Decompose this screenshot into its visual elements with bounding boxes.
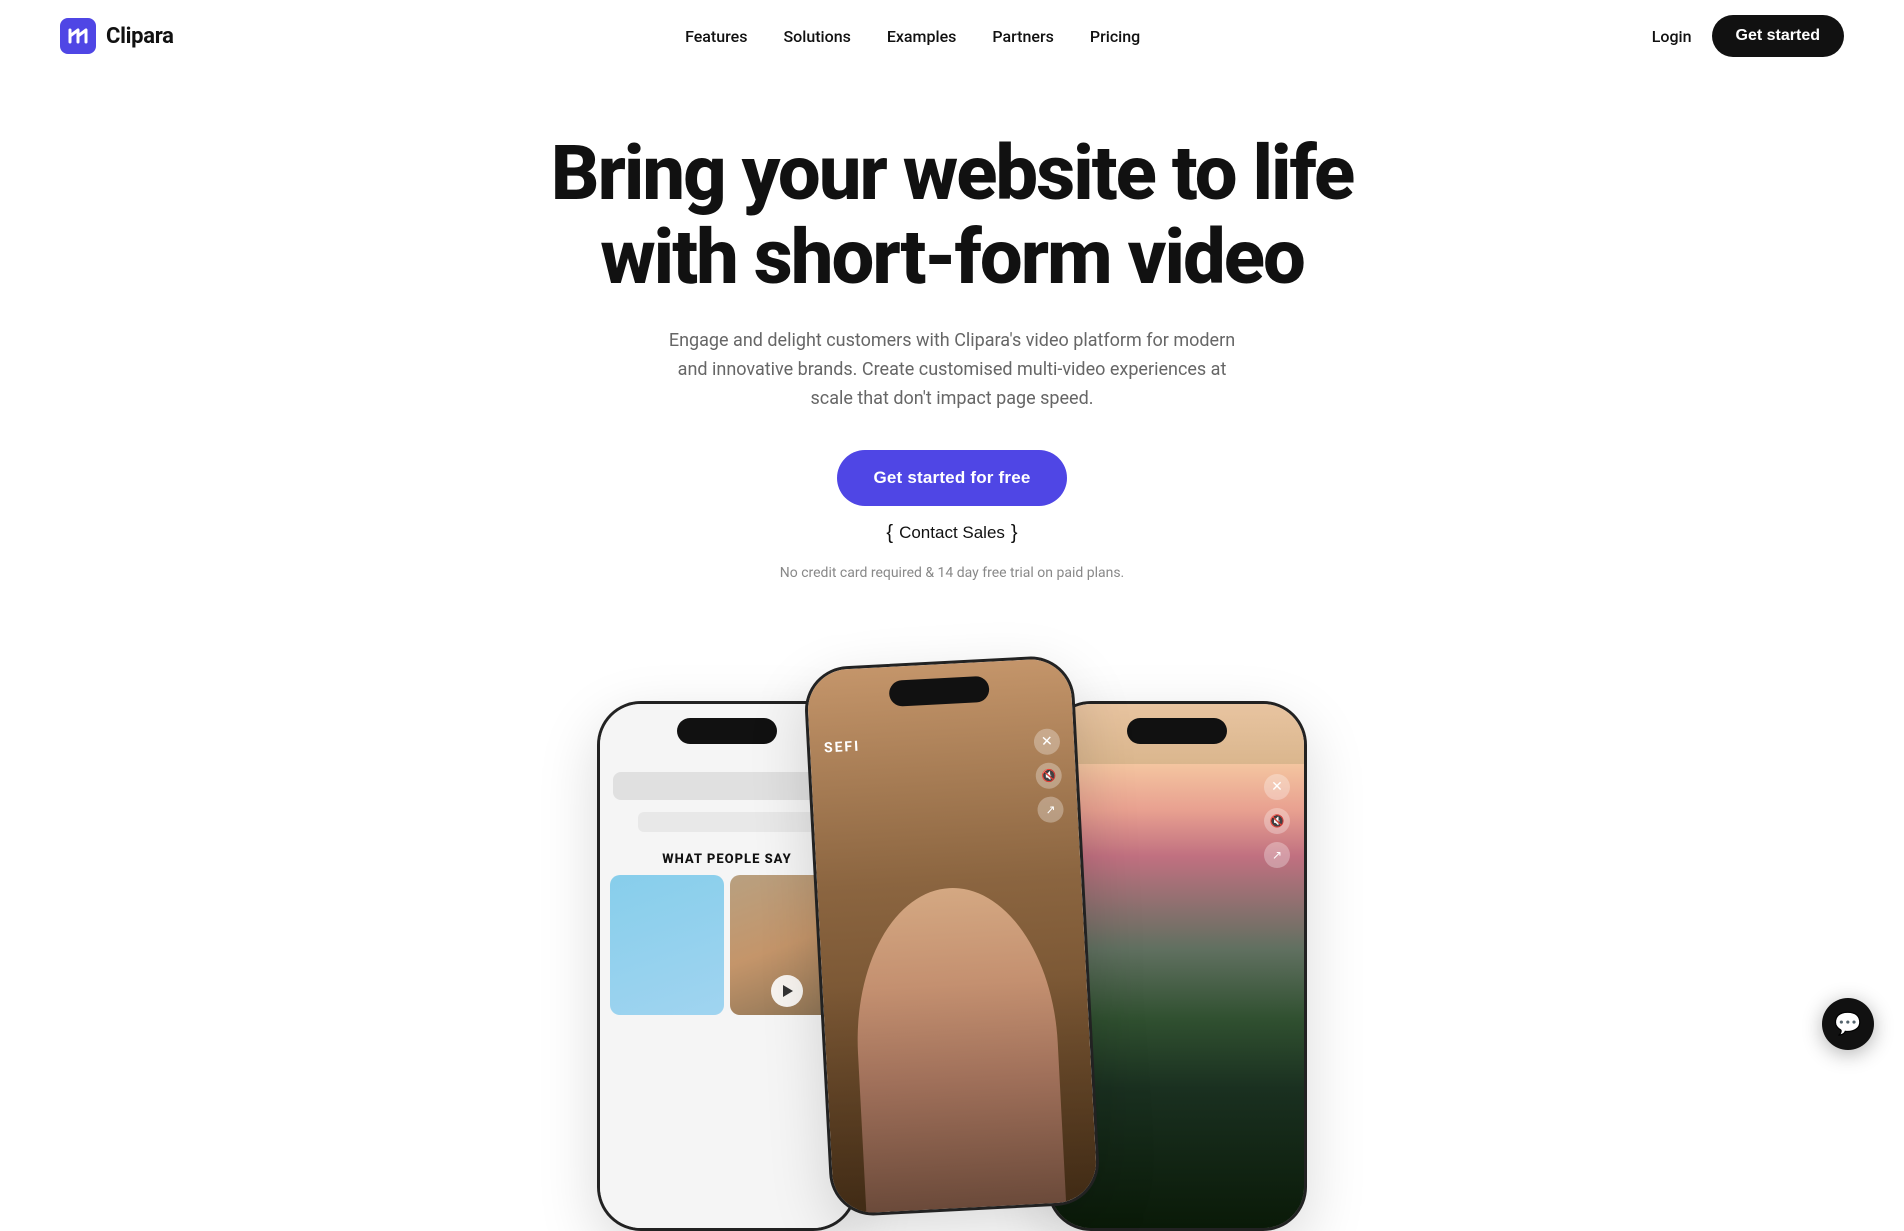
phone-left-header-bar: [613, 772, 842, 800]
hero-section: Bring your website to life with short-fo…: [0, 72, 1904, 671]
phone-left-notch: [677, 718, 777, 744]
logo-icon: [60, 18, 96, 54]
nav-features[interactable]: Features: [685, 27, 747, 46]
phone-center: SEFI ✕ 🔇 ↗: [803, 654, 1101, 1217]
chat-bubble[interactable]: 💬: [1822, 998, 1874, 1050]
bracket-left: {: [886, 522, 893, 545]
phone-center-content: SEFI ✕ 🔇 ↗: [806, 657, 1098, 1214]
hero-title-line2: with short-form video: [600, 212, 1304, 302]
center-close-button[interactable]: ✕: [1033, 728, 1060, 755]
login-link[interactable]: Login: [1652, 27, 1692, 46]
hero-title-line1: Bring your website to life: [551, 128, 1353, 218]
get-started-nav-button[interactable]: Get started: [1712, 15, 1844, 57]
phone-right-notch: [1127, 718, 1227, 744]
right-share-button[interactable]: ↗: [1264, 842, 1290, 868]
phone-center-notch: [889, 675, 990, 706]
right-sound-button[interactable]: 🔇: [1264, 808, 1290, 834]
person-silhouette: [850, 882, 1066, 1212]
phones-section: WHAT PEOPLE SAY SEFI ✕ 🔇: [0, 681, 1904, 1231]
hero-subtitle: Engage and delight customers with Clipar…: [662, 327, 1242, 413]
phone-left-header-bar-2: [638, 812, 816, 832]
play-triangle-icon: [783, 985, 793, 997]
bracket-right: }: [1011, 522, 1018, 545]
center-person: [815, 821, 1099, 1214]
contact-sales-label: Contact Sales: [899, 523, 1005, 543]
brand-name: Clipara: [106, 24, 174, 49]
navbar: Clipara Features Solutions Examples Part…: [0, 0, 1904, 72]
logo[interactable]: Clipara: [60, 18, 174, 54]
hero-title: Bring your website to life with short-fo…: [551, 132, 1353, 299]
get-started-free-button[interactable]: Get started for free: [837, 450, 1066, 506]
contact-sales-button[interactable]: { Contact Sales }: [886, 522, 1017, 545]
no-credit-card-text: No credit card required & 14 day free tr…: [780, 565, 1125, 581]
chat-icon: 💬: [1834, 1012, 1861, 1037]
nav-links: Features Solutions Examples Partners Pri…: [685, 27, 1140, 46]
testimonial-thumb-1: [610, 875, 724, 1015]
nav-solutions[interactable]: Solutions: [783, 27, 850, 46]
center-sound-button[interactable]: 🔇: [1035, 762, 1062, 789]
sefi-label: SEFI: [824, 738, 861, 756]
center-share-button[interactable]: ↗: [1037, 796, 1064, 823]
phone-center-wrapper: SEFI ✕ 🔇 ↗: [803, 654, 1101, 1217]
nav-actions: Login Get started: [1652, 15, 1844, 57]
nav-examples[interactable]: Examples: [887, 27, 957, 46]
play-button[interactable]: [771, 975, 803, 1007]
right-close-button[interactable]: ✕: [1264, 774, 1290, 800]
nav-pricing[interactable]: Pricing: [1090, 27, 1140, 46]
nav-partners[interactable]: Partners: [992, 27, 1054, 46]
